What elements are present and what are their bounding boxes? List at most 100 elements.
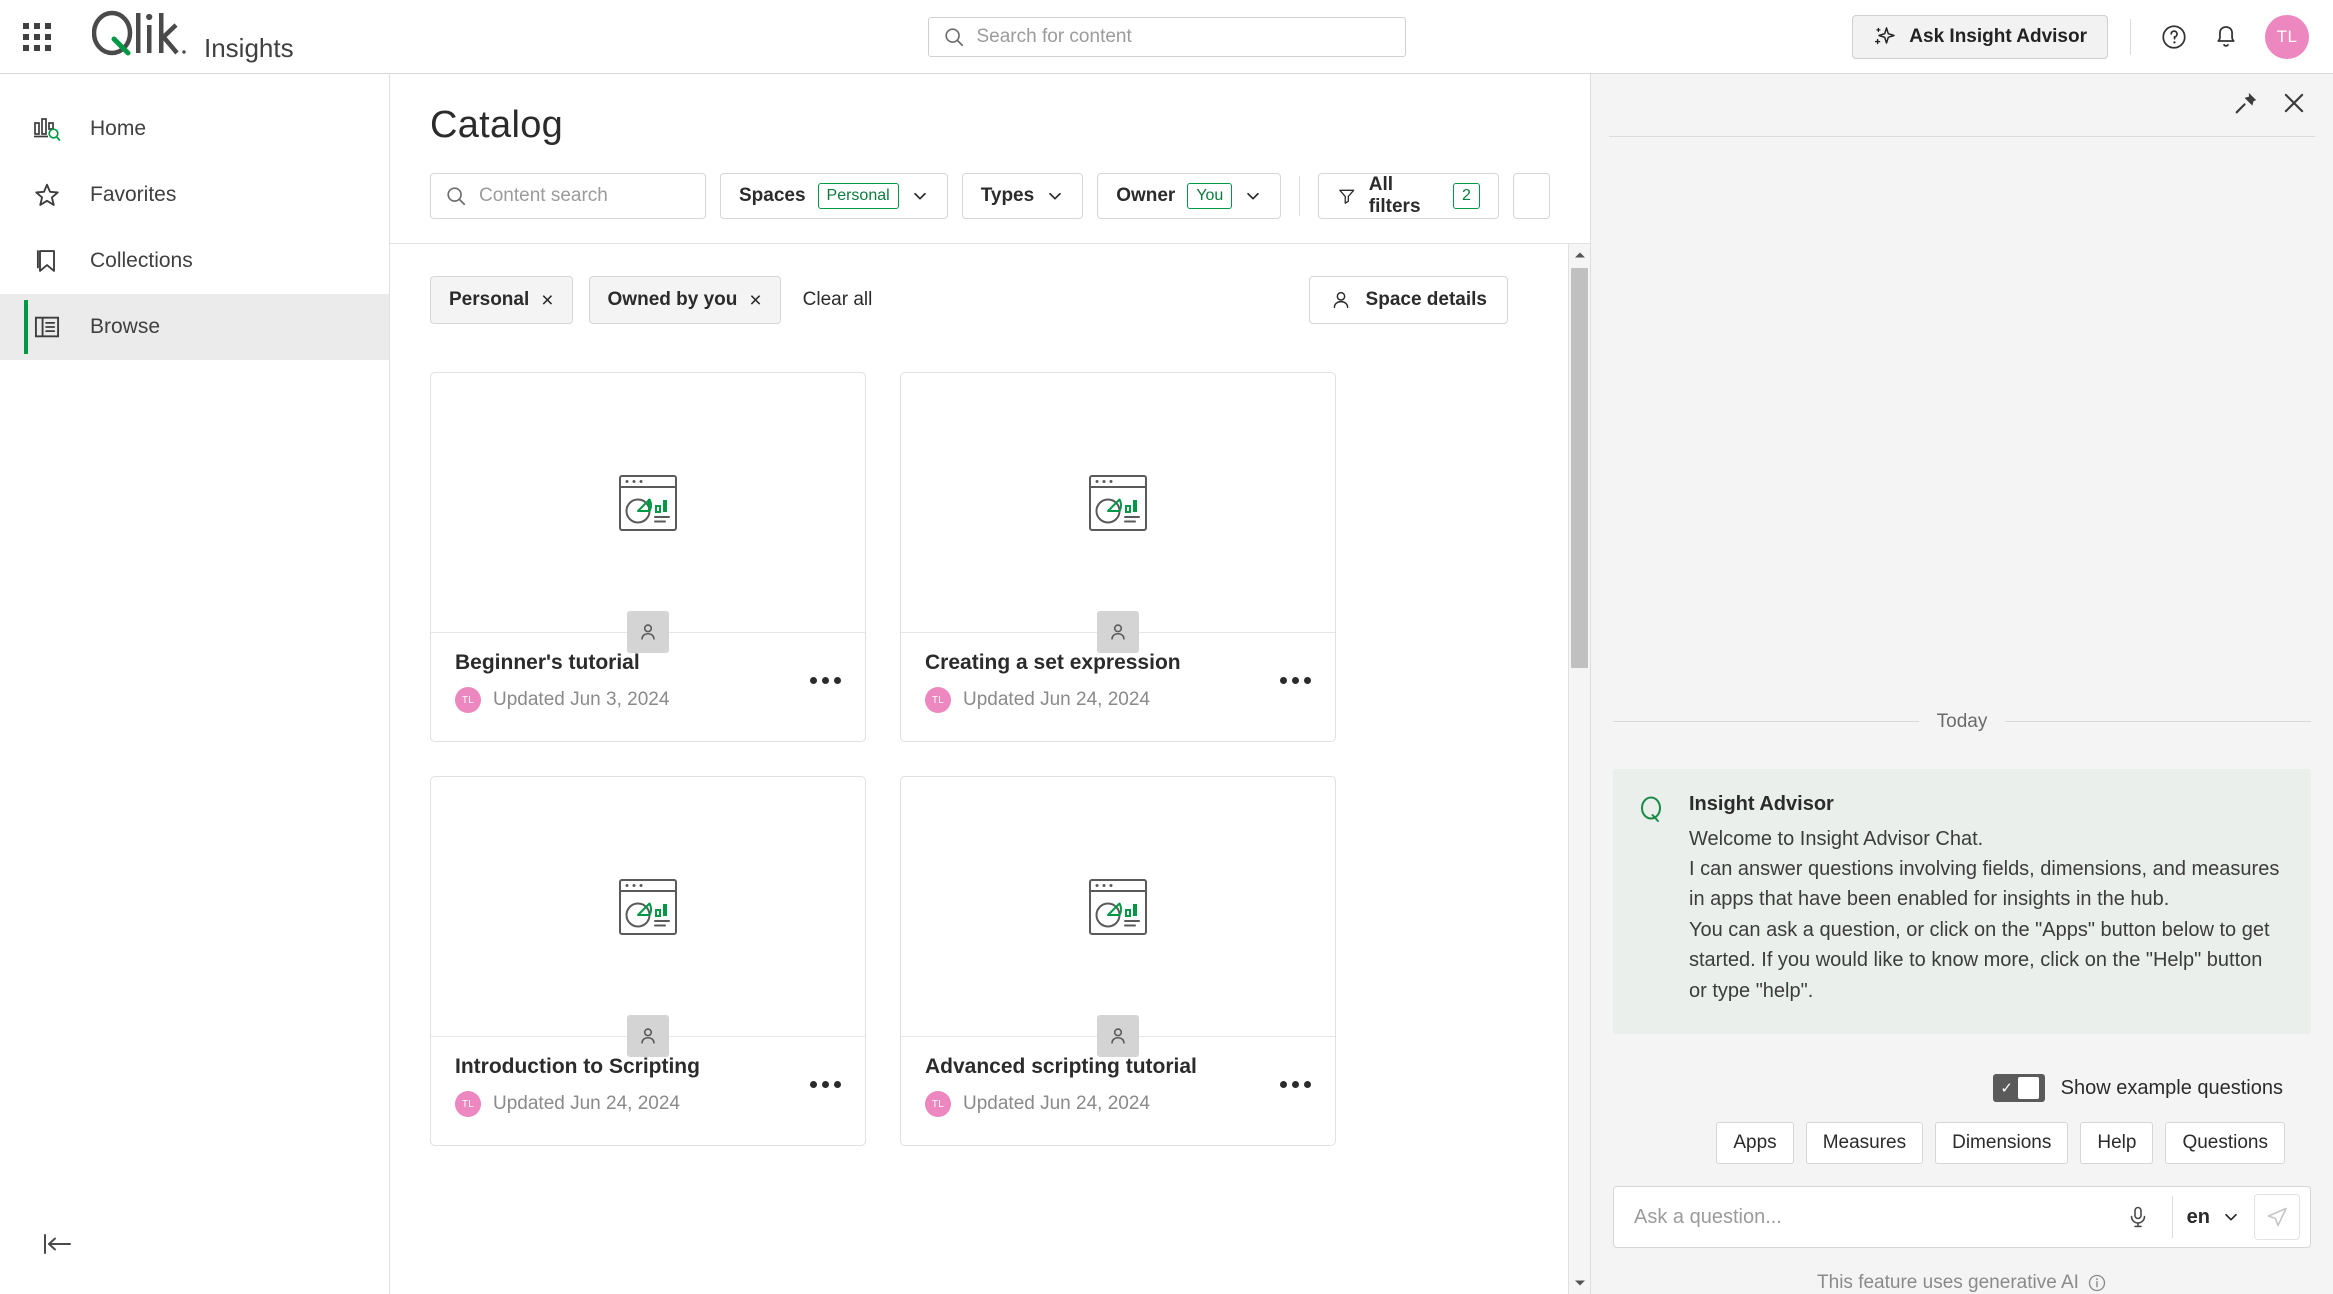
catalog-header: Catalog Content search Spaces Personal T… [390,74,1590,219]
user-avatar-initials: TL [2276,26,2298,46]
catalog-card[interactable]: Advanced scripting tutorial TL Updated J… [900,776,1336,1146]
sidebar-item-favorites[interactable]: Favorites [0,162,389,228]
chat-input-box[interactable]: Ask a question... en [1613,1186,2311,1248]
card-title: Beginner's tutorial [455,651,640,674]
global-search: Search for content [927,16,1406,57]
funnel-icon [1339,189,1355,204]
info-circle-icon[interactable] [2087,1273,2107,1293]
spaces-filter-label: Spaces [738,185,806,206]
card-updated-date: Updated Jun 24, 2024 [493,1093,680,1114]
sidebar-item-home[interactable]: Home [0,96,389,162]
quick-button-apps[interactable]: Apps [1716,1122,1794,1164]
catalog-card[interactable]: Introduction to Scripting TL Updated Jun… [430,776,866,1146]
main-content: Catalog Content search Spaces Personal T… [390,74,1590,1294]
quick-button-help[interactable]: Help [2080,1122,2154,1164]
chat-message-bubble: Insight Advisor Welcome to Insight Advis… [1613,768,2311,1034]
scrollbar-thumb[interactable] [1571,268,1588,668]
sidebar-item-favorites-label: Favorites [90,183,177,206]
chat-message-list: Today Insight Advisor Welcome to Insight… [1591,137,2333,1164]
chevron-down-icon [1049,192,1062,200]
close-icon[interactable] [2281,90,2307,121]
help-circle-icon[interactable] [2153,16,2195,58]
card-title: Introduction to Scripting [455,1055,700,1078]
card-meta: TL Updated Jun 24, 2024 [925,687,1311,713]
language-selector[interactable]: en [2187,1206,2240,1229]
types-filter-button[interactable]: Types [961,173,1084,219]
scroll-down-arrow-icon[interactable] [1569,1272,1590,1294]
card-thumbnail [431,777,865,1036]
card-owner-avatar: TL [455,1091,481,1117]
remove-chip-icon[interactable]: × [541,290,553,311]
card-more-options-button[interactable] [1280,1081,1311,1088]
search-icon [447,187,466,206]
show-example-questions-label: Show example questions [2060,1076,2283,1099]
generative-ai-note-text: This feature uses generative AI [1817,1272,2079,1293]
show-example-questions-toggle[interactable]: ✓ [1992,1074,2045,1102]
top-bar-actions: Ask Insight Advisor TL [1852,14,2333,59]
global-search-box[interactable]: Search for content [927,16,1406,57]
quick-button-questions[interactable]: Questions [2165,1122,2285,1164]
card-footer: Advanced scripting tutorial TL Updated J… [901,1037,1335,1145]
card-more-options-button[interactable] [810,677,841,684]
filter-toolbar: Content search Spaces Personal Types Own… [430,173,1550,219]
ask-insight-advisor-button[interactable]: Ask Insight Advisor [1852,14,2108,59]
toggle-check-icon: ✓ [2000,1080,2013,1097]
active-filter-chips: Personal × Owned by you × Clear all Spac… [390,244,1590,324]
scroll-up-arrow-icon[interactable] [1569,244,1590,266]
app-chart-icon [619,878,677,935]
card-owner-avatar: TL [925,687,951,713]
content-search-input[interactable]: Content search [430,173,706,219]
home-insights-icon [30,115,64,143]
card-more-options-button[interactable] [1280,677,1311,684]
card-footer: Beginner's tutorial TL Updated Jun 3, 20… [431,633,865,741]
collapse-sidebar-icon[interactable] [40,1230,74,1263]
chat-message-author: Insight Advisor [1689,792,1834,815]
catalog-cards-grid: Beginner's tutorial TL Updated Jun 3, 20… [390,324,1590,1146]
types-filter-label: Types [980,185,1035,206]
grid-dots [23,22,51,51]
card-meta: TL Updated Jun 3, 2024 [455,687,841,713]
clear-all-button[interactable]: Clear all [803,289,873,311]
quick-button-measures[interactable]: Measures [1805,1122,1924,1164]
catalog-scrollbar[interactable] [1568,244,1590,1294]
user-avatar[interactable]: TL [2265,14,2309,59]
sidebar-item-collections[interactable]: Collections [0,228,389,294]
card-footer: Introduction to Scripting TL Updated Jun… [431,1037,865,1145]
catalog-card[interactable]: Creating a set expression TL Updated Jun… [900,372,1336,742]
quick-button-dimensions[interactable]: Dimensions [1935,1122,2069,1164]
ask-insight-advisor-label: Ask Insight Advisor [1909,25,2087,47]
owner-filter-button[interactable]: Owner You [1097,173,1282,219]
top-bar: Insights Search for content Ask Insight … [0,0,2333,74]
card-updated-date: Updated Jun 24, 2024 [963,1093,1150,1114]
grid-launcher-icon[interactable] [0,0,74,74]
star-icon [30,181,64,209]
card-footer: Creating a set expression TL Updated Jun… [901,633,1335,741]
catalog-scroll-area: Personal × Owned by you × Clear all Spac… [390,243,1590,1294]
overflow-filter-button[interactable] [1512,173,1550,219]
filter-chip-owned-by-you[interactable]: Owned by you × [588,276,781,324]
sidebar-item-browse[interactable]: Browse [0,294,389,360]
catalog-card[interactable]: Beginner's tutorial TL Updated Jun 3, 20… [430,372,866,742]
spaces-filter-badge: Personal [817,183,899,209]
pin-icon[interactable] [2233,90,2259,121]
sidebar-item-browse-label: Browse [90,315,161,338]
spaces-filter-button[interactable]: Spaces Personal [719,173,948,219]
all-filters-button[interactable]: All filters 2 [1318,173,1499,219]
sidebar: Home Favorites Collections Browse [0,74,390,1294]
notification-bell-icon[interactable] [2205,16,2247,58]
card-more-options-button[interactable] [810,1081,841,1088]
sidebar-item-home-label: Home [90,117,147,140]
filter-chip-personal[interactable]: Personal × [430,276,573,324]
brand[interactable]: Insights [74,9,294,64]
space-details-label: Space details [1365,289,1487,310]
chevron-down-icon [2225,1213,2237,1221]
space-details-button[interactable]: Space details [1308,276,1508,324]
filter-chip-personal-label: Personal [449,289,530,310]
remove-chip-icon[interactable]: × [749,290,761,311]
chat-composer: Ask a question... en This feature uses g… [1591,1164,2333,1294]
send-button[interactable] [2254,1194,2300,1240]
chat-quick-buttons: Apps Measures Dimensions Help Questions [1613,1102,2311,1164]
microphone-icon[interactable] [2118,1205,2158,1229]
app-body: Home Favorites Collections Browse Catalo… [0,74,2333,1294]
card-thumbnail [901,373,1335,632]
